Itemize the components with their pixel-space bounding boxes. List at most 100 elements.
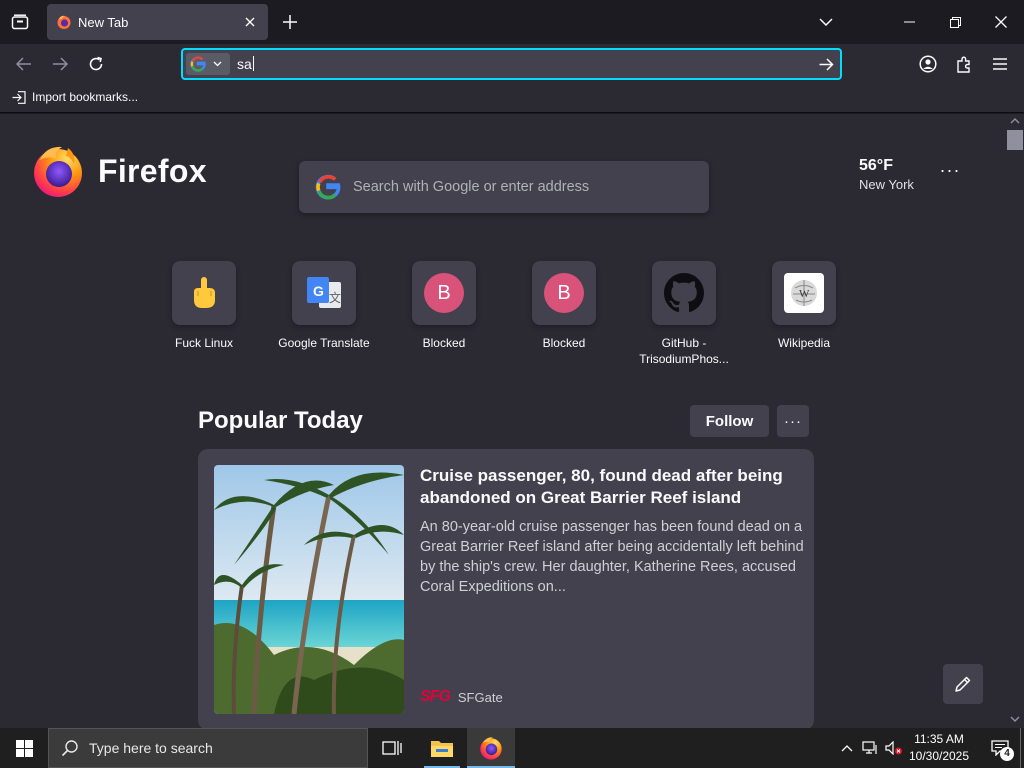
scroll-down-icon — [1010, 716, 1020, 722]
story-headline[interactable]: Cruise passenger, 80, found dead after b… — [420, 465, 800, 509]
task-view-icon — [382, 741, 402, 755]
firefox-favicon-icon — [57, 15, 71, 29]
windows-logo-icon — [15, 739, 33, 757]
tab-new-tab[interactable]: New Tab — [47, 4, 268, 40]
follow-button[interactable]: Follow — [690, 405, 769, 437]
vertical-scrollbar[interactable] — [1006, 114, 1024, 728]
search-icon — [61, 740, 78, 757]
top-site-wikipedia[interactable]: W Wikipedia — [744, 261, 864, 351]
network-status-button[interactable] — [859, 728, 881, 768]
clock-date: 10/30/2025 — [908, 749, 970, 763]
bookmarks-toolbar: Import bookmarks... — [0, 84, 1024, 113]
top-site-tile: W — [772, 261, 836, 325]
volume-button[interactable] — [882, 728, 906, 768]
new-tab-button[interactable] — [278, 12, 302, 32]
notification-count-badge: 4 — [1000, 747, 1014, 761]
address-bar[interactable]: sa — [181, 48, 842, 80]
url-input[interactable]: sa — [237, 56, 254, 72]
top-site-blocked[interactable]: B Blocked — [504, 261, 624, 351]
go-button[interactable] — [815, 53, 837, 75]
show-desktop-button[interactable] — [1020, 728, 1024, 768]
top-site-fuck-linux[interactable]: Fuck Linux — [144, 261, 264, 351]
windows-taskbar: Type here to search 11:35 AM 10/30/2025 … — [0, 728, 1024, 768]
extensions-button[interactable] — [952, 54, 976, 74]
top-site-tile — [652, 261, 716, 325]
arrow-left-icon — [16, 57, 31, 71]
sfgate-logo: SFG — [420, 688, 451, 705]
top-site-tile: B — [532, 261, 596, 325]
google-icon — [315, 174, 341, 200]
minimize-icon — [903, 21, 915, 23]
navigation-toolbar: sa — [0, 44, 1024, 84]
clock-time: 11:35 AM — [914, 732, 964, 746]
import-bookmarks-label: Import bookmarks... — [32, 90, 139, 104]
firefox-taskbar-button[interactable] — [467, 728, 515, 768]
forward-button[interactable] — [48, 54, 72, 74]
taskbar-search-box[interactable]: Type here to search — [48, 728, 368, 768]
page-search-box[interactable]: Search with Google or enter address — [299, 161, 709, 213]
top-site-label: Blocked — [542, 336, 586, 350]
top-site-label: Fuck Linux — [174, 336, 234, 350]
start-button[interactable] — [0, 728, 48, 768]
pencil-icon — [955, 676, 971, 692]
reload-button[interactable] — [84, 54, 108, 74]
import-bookmarks-button[interactable]: Import bookmarks... — [12, 90, 138, 104]
search-engine-selector[interactable] — [186, 53, 230, 75]
plus-icon — [283, 15, 297, 29]
task-view-button[interactable] — [368, 728, 416, 768]
section-menu-button[interactable]: ··· — [777, 405, 809, 437]
back-button[interactable] — [12, 54, 36, 74]
svg-text:文: 文 — [329, 290, 341, 305]
puzzle-piece-icon — [957, 56, 970, 73]
story-card[interactable]: Cruise passenger, 80, found dead after b… — [198, 449, 814, 728]
show-hidden-icons-button[interactable] — [836, 728, 858, 768]
firefox-view-button[interactable] — [8, 12, 32, 32]
top-site-label: GitHub - TrisodiumPhos... — [639, 336, 729, 366]
list-all-tabs-button[interactable] — [814, 12, 838, 32]
chevron-up-icon — [841, 744, 853, 751]
taskbar-search-placeholder: Type here to search — [89, 740, 213, 756]
volume-muted-icon — [885, 741, 902, 755]
folder-icon — [431, 741, 453, 757]
top-site-github[interactable]: GitHub - TrisodiumPhos... — [624, 261, 744, 367]
svg-text:G: G — [313, 283, 324, 299]
google-translate-icon: G文 — [307, 277, 341, 308]
beach-palm-trees-image — [214, 465, 404, 714]
reload-icon — [89, 56, 103, 71]
letter-avatar-icon: B — [544, 273, 584, 313]
close-tab-icon[interactable] — [240, 12, 260, 32]
network-icon — [862, 741, 877, 754]
middle-finger-emoji-icon — [194, 277, 215, 308]
customize-button[interactable] — [943, 664, 983, 704]
chevron-down-icon — [213, 61, 222, 67]
weather-menu-button[interactable]: ··· — [937, 160, 963, 180]
top-site-label: Google Translate — [278, 336, 370, 350]
account-button[interactable] — [916, 54, 940, 74]
minimize-button[interactable] — [896, 12, 922, 32]
app-menu-button[interactable] — [988, 54, 1012, 74]
story-thumbnail — [214, 465, 404, 714]
close-icon — [995, 16, 1007, 28]
chevron-down-icon — [819, 18, 833, 26]
close-window-button[interactable] — [988, 12, 1014, 32]
arrow-right-icon — [53, 57, 68, 71]
letter-avatar-icon: B — [424, 273, 464, 313]
story-source: SFG SFGate — [420, 688, 503, 706]
account-icon — [919, 55, 937, 73]
import-icon — [12, 90, 26, 104]
tab-title: New Tab — [78, 14, 129, 30]
firefox-logo: Firefox — [32, 144, 207, 198]
scrollbar-thumb[interactable] — [1007, 130, 1023, 150]
weather-widget[interactable]: 56°F New York — [859, 157, 914, 192]
search-placeholder: Search with Google or enter address — [353, 179, 590, 195]
top-site-label: Blocked — [422, 336, 466, 350]
firefox-icon — [480, 737, 502, 760]
top-site-blocked[interactable]: B Blocked — [384, 261, 504, 351]
file-explorer-taskbar-button[interactable] — [418, 728, 466, 768]
restore-button[interactable] — [942, 12, 968, 32]
system-clock[interactable]: 11:35 AM 10/30/2025 — [906, 731, 972, 765]
section-heading: Popular Today — [198, 407, 363, 434]
wikipedia-icon: W — [784, 273, 824, 313]
action-center-button[interactable]: 4 — [976, 728, 1024, 768]
top-site-google-translate[interactable]: G文 Google Translate — [264, 261, 384, 351]
